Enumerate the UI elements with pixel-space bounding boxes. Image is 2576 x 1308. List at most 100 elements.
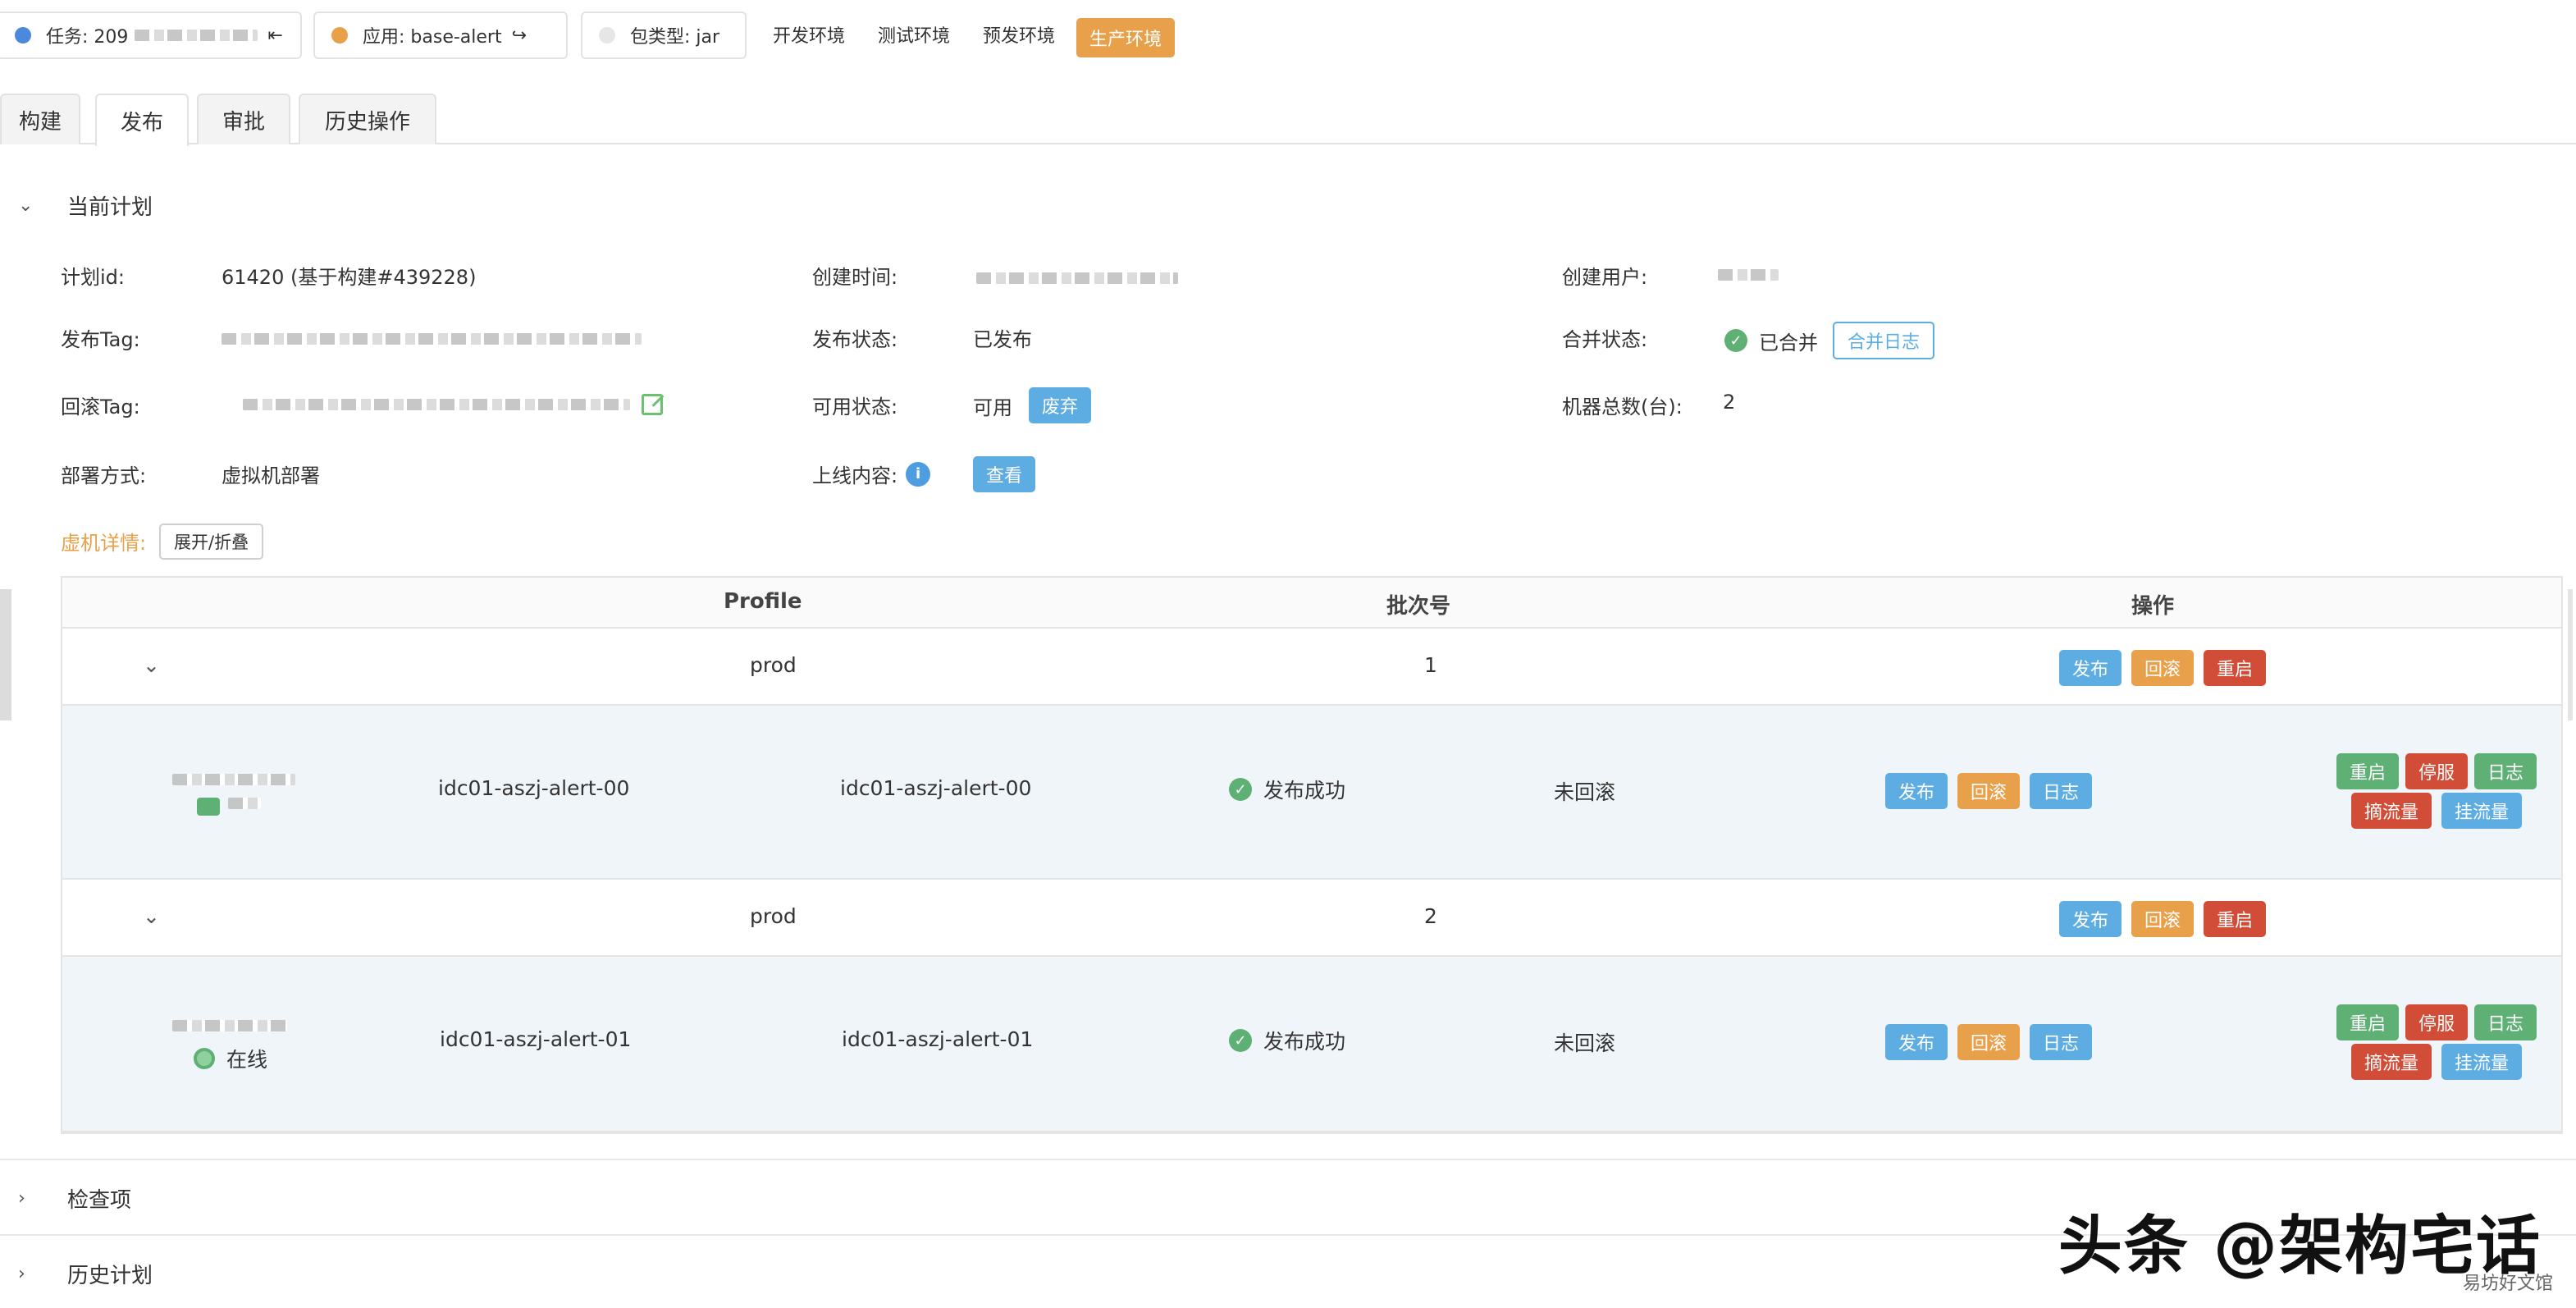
chevron-right-icon: › [18, 1264, 25, 1284]
current-plan-header[interactable]: ⌄ 当前计划 [18, 190, 153, 221]
host-log-button[interactable]: 日志 [2030, 1024, 2093, 1060]
host-log-button[interactable]: 日志 [2030, 773, 2093, 809]
host-restart-button[interactable]: 重启 [2336, 753, 2400, 789]
host-hostname: idc01-aszj-alert-00 [438, 776, 630, 800]
check-circle-icon: ✓ [1229, 778, 1252, 801]
batch-restart-button[interactable]: 重启 [2204, 901, 2267, 937]
package-type-pill: 包类型: jar [581, 11, 747, 59]
remove-traffic-button[interactable]: 摘流量 [2351, 793, 2432, 829]
th-actions: 操作 [2131, 594, 2175, 619]
env-pre[interactable]: 预发环境 [983, 21, 1055, 48]
app-pill[interactable]: 应用: base-alert ↪ [313, 11, 568, 59]
publish-status-text: 发布成功 [1263, 1030, 1346, 1054]
tab-release[interactable]: 发布 [95, 94, 189, 146]
deploy-mode-value: 虚拟机部署 [222, 464, 320, 487]
chevron-right-icon: › [18, 1188, 25, 1209]
chevron-down-icon[interactable]: ⌄ [143, 653, 160, 677]
env-dev[interactable]: 开发环境 [773, 21, 845, 48]
batch-row[interactable]: ⌄ prod 1 发布 回滚 重启 [62, 629, 2561, 706]
host-stop-button[interactable]: 停服 [2405, 1004, 2469, 1040]
host-publish-button[interactable]: 发布 [1885, 773, 1948, 809]
add-traffic-button[interactable]: 挂流量 [2441, 793, 2523, 829]
batch-profile: prod [750, 653, 797, 677]
task-label: 任务: 209 [46, 27, 129, 48]
batch-publish-button[interactable]: 发布 [2059, 901, 2122, 937]
online-dot-icon [194, 1048, 215, 1069]
history-plans-title: 历史计划 [67, 1264, 153, 1288]
merge-log-button[interactable]: 合并日志 [1833, 322, 1935, 359]
available-status: 可用 废弃 [973, 387, 1092, 423]
deploy-mode-label: 部署方式: [61, 464, 147, 487]
env-test[interactable]: 测试环境 [878, 21, 950, 48]
host-restart-button[interactable]: 重启 [2336, 1004, 2400, 1040]
info-icon[interactable]: i [906, 461, 931, 487]
tab-history[interactable]: 历史操作 [299, 94, 436, 144]
th-profile: Profile [724, 589, 802, 614]
rollback-tag-label: 回滚Tag: [61, 396, 140, 418]
check-items-header[interactable]: › 检查项 [18, 1183, 131, 1214]
host-ops-row2: 摘流量 挂流量 [2351, 793, 2523, 829]
host-name-redacted [172, 766, 295, 816]
env-prod[interactable]: 生产环境 [1076, 18, 1176, 57]
host-actions: 发布 回滚 日志 [1885, 1024, 2093, 1060]
batch-restart-button[interactable]: 重启 [2204, 650, 2267, 686]
publish-tag-value [222, 327, 642, 350]
host-stop-button[interactable]: 停服 [2405, 753, 2469, 789]
host-row: idc01-aszj-alert-00 idc01-aszj-alert-00 … [62, 706, 2561, 880]
main-tabs: 构建 发布 审批 历史操作 [0, 94, 2576, 146]
batch-number: 2 [1424, 904, 1437, 928]
chevron-down-icon[interactable]: ⌄ [143, 904, 160, 928]
batch-row[interactable]: ⌄ prod 2 发布 回滚 重启 [62, 880, 2561, 957]
available-status-label: 可用状态: [812, 396, 898, 418]
exit-icon[interactable]: ⇤ [267, 25, 282, 46]
publish-status-label: 发布状态: [812, 328, 898, 351]
view-button[interactable]: 查看 [973, 456, 1036, 492]
online-status-text: 在线 [226, 1048, 268, 1072]
available-status-value: 可用 [973, 396, 1012, 419]
host-publish-button[interactable]: 发布 [1885, 1024, 1948, 1060]
batch-actions: 发布 回滚 重启 [2059, 650, 2267, 686]
remove-traffic-button[interactable]: 摘流量 [2351, 1044, 2432, 1080]
app-label: 应用: base-alert [363, 27, 502, 48]
create-user-label: 创建用户: [1562, 266, 1648, 289]
rollback-tag-value [243, 394, 663, 415]
tab-build[interactable]: 构建 [0, 94, 80, 144]
batch-number: 1 [1424, 653, 1437, 677]
task-status-dot [15, 27, 31, 43]
right-scrollbar[interactable] [2568, 589, 2573, 720]
plan-id-value: 61420 (基于构建#439228) [222, 266, 477, 289]
add-traffic-button[interactable]: 挂流量 [2441, 1044, 2523, 1080]
merge-status-label: 合并状态: [1562, 328, 1648, 351]
left-scrollbar[interactable] [0, 589, 11, 720]
batch-profile: prod [750, 904, 797, 928]
task-pill[interactable]: 任务: 209 ⇤ [0, 11, 302, 59]
history-plans-header[interactable]: › 历史计划 [18, 1259, 153, 1289]
batch-rollback-button[interactable]: 回滚 [2131, 901, 2195, 937]
tab-approval[interactable]: 审批 [197, 94, 290, 144]
host-ops-log-button[interactable]: 日志 [2474, 1004, 2537, 1040]
package-dot [599, 27, 615, 43]
app-status-dot [331, 27, 348, 43]
host-hostname: idc01-aszj-alert-01 [440, 1027, 632, 1051]
host-rollback-button[interactable]: 回滚 [1957, 1024, 2021, 1060]
host-publish-status: ✓ 发布成功 [1229, 1026, 1345, 1055]
top-tag-bar: 任务: 209 ⇤ 应用: base-alert ↪ 包类型: jar 开发环境… [0, 8, 2576, 61]
host-ops-row2: 摘流量 挂流量 [2351, 1044, 2523, 1080]
host-online-status: 在线 [194, 1044, 267, 1073]
host-publish-status: ✓ 发布成功 [1229, 775, 1345, 804]
create-time-label: 创建时间: [812, 266, 898, 289]
discard-button[interactable]: 废弃 [1029, 387, 1092, 423]
host-rollback-button[interactable]: 回滚 [1957, 773, 2021, 809]
section-divider [0, 1159, 2576, 1160]
publish-status-text: 发布成功 [1263, 779, 1346, 803]
batch-publish-button[interactable]: 发布 [2059, 650, 2122, 686]
batch-rollback-button[interactable]: 回滚 [2131, 650, 2195, 686]
online-content: 上线内容: i [812, 460, 931, 488]
host-ops-log-button[interactable]: 日志 [2474, 753, 2537, 789]
create-time-value [976, 266, 1178, 289]
edit-icon[interactable] [642, 394, 663, 415]
host-rollback-status: 未回滚 [1554, 780, 1616, 804]
publish-tag-label: 发布Tag: [61, 328, 140, 351]
expand-collapse-button[interactable]: 展开/折叠 [159, 524, 264, 560]
share-arrow-icon[interactable]: ↪ [512, 25, 527, 46]
